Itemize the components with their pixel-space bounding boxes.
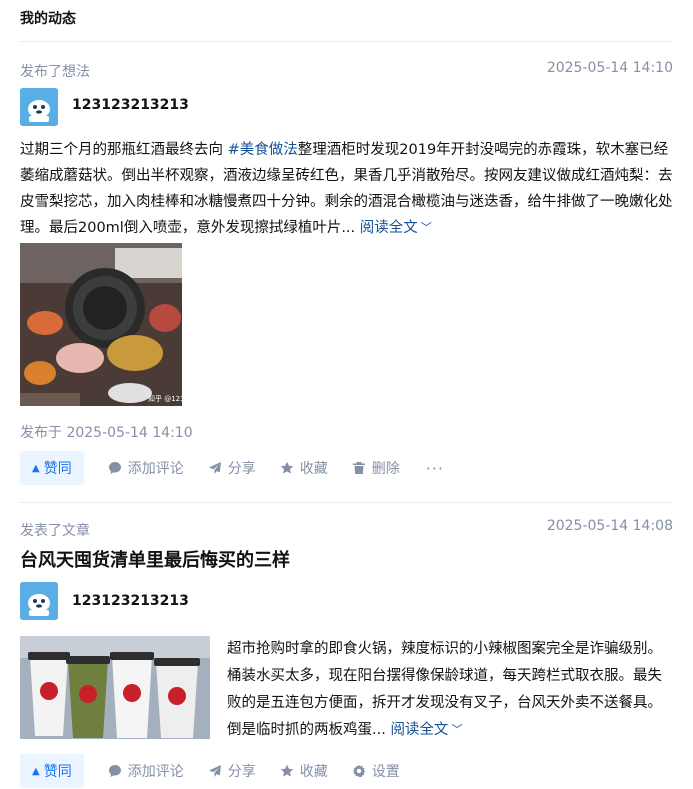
comment-button[interactable]: 添加评论 (108, 458, 184, 478)
upvote-triangle-icon: ▲ (32, 765, 40, 777)
comment-label: 添加评论 (127, 461, 184, 477)
upvote-triangle-icon: ▲ (32, 462, 40, 474)
share-icon (208, 765, 221, 777)
divider (20, 502, 673, 503)
comment-icon (108, 462, 121, 474)
activity-date: 2025-05-14 14:08 (546, 518, 673, 534)
read-more-link[interactable]: 阅读全文 ﹀ (360, 220, 432, 236)
post-image[interactable]: 知乎 @1231 (20, 243, 182, 406)
avatar-image-icon (20, 88, 58, 126)
trash-icon (352, 462, 365, 474)
settings-label: 设置 (371, 764, 400, 780)
favorite-button[interactable]: 收藏 (280, 458, 328, 478)
favorite-label: 收藏 (299, 764, 328, 780)
image-watermark: 知乎 @1231 (148, 394, 182, 403)
comment-label: 添加评论 (127, 764, 184, 780)
delete-button[interactable]: 删除 (352, 458, 400, 478)
username[interactable]: 123123213213 (72, 97, 189, 113)
vote-button[interactable]: ▲ 赞同 (20, 754, 84, 788)
delete-label: 删除 (371, 461, 400, 477)
action-bar: ▲ 赞同 添加评论 分享 收藏 删除 ··· (20, 451, 444, 485)
topic-link[interactable]: #美食做法 (228, 142, 298, 158)
favorite-button[interactable]: 收藏 (280, 761, 328, 781)
post-text: 过期三个月的那瓶红酒最终去向 #美食做法整理酒柜时发现2019年开封没喝完的赤霞… (20, 137, 675, 242)
article-excerpt: 超市抢购时拿的即食火锅，辣度标识的小辣椒图案完全是诈骗级别。桶装水买太多，现在阳… (227, 636, 675, 744)
chevron-down-icon: ﹀ (451, 723, 463, 736)
settings-button[interactable]: 设置 (352, 761, 400, 781)
avatar[interactable] (20, 88, 58, 126)
avatar[interactable] (20, 582, 58, 620)
article-title[interactable]: 台风天囤货清单里最后悔买的三样 (20, 546, 290, 572)
divider (20, 41, 673, 42)
coffee-cups-image-icon (20, 636, 210, 739)
share-icon (208, 462, 221, 474)
read-more-label: 阅读全文 (359, 220, 418, 236)
published-time: 发布于 2025-05-14 14:10 (20, 425, 193, 441)
share-button[interactable]: 分享 (208, 458, 256, 478)
chevron-down-icon: ﹀ (420, 221, 432, 234)
bbq-table-image-icon: 知乎 @1231 (20, 243, 182, 406)
share-label: 分享 (227, 461, 256, 477)
post-text-start: 过期三个月的那瓶红酒最终去向 (20, 142, 228, 158)
star-icon (280, 764, 293, 777)
avatar-image-icon (20, 582, 58, 620)
more-options-icon[interactable]: ··· (426, 459, 444, 478)
activity-date: 2025-05-14 14:10 (546, 60, 673, 76)
favorite-label: 收藏 (299, 461, 328, 477)
star-icon (280, 461, 293, 474)
activity-type-label: 发表了文章 (20, 523, 90, 539)
activity-type-label: 发布了想法 (20, 64, 90, 80)
share-label: 分享 (227, 764, 256, 780)
gear-icon (352, 764, 365, 778)
comment-icon (108, 765, 121, 777)
article-cover-image[interactable] (20, 636, 210, 739)
read-more-label: 阅读全文 (390, 722, 449, 738)
page-title: 我的动态 (20, 11, 76, 27)
vote-button[interactable]: ▲ 赞同 (20, 451, 84, 485)
action-bar: ▲ 赞同 添加评论 分享 收藏 设置 (20, 754, 400, 788)
read-more-link[interactable]: 阅读全文 ﹀ (390, 722, 462, 738)
username[interactable]: 123123213213 (72, 593, 189, 609)
share-button[interactable]: 分享 (208, 761, 256, 781)
vote-label: 赞同 (43, 461, 72, 477)
comment-button[interactable]: 添加评论 (108, 761, 184, 781)
vote-label: 赞同 (43, 764, 72, 780)
